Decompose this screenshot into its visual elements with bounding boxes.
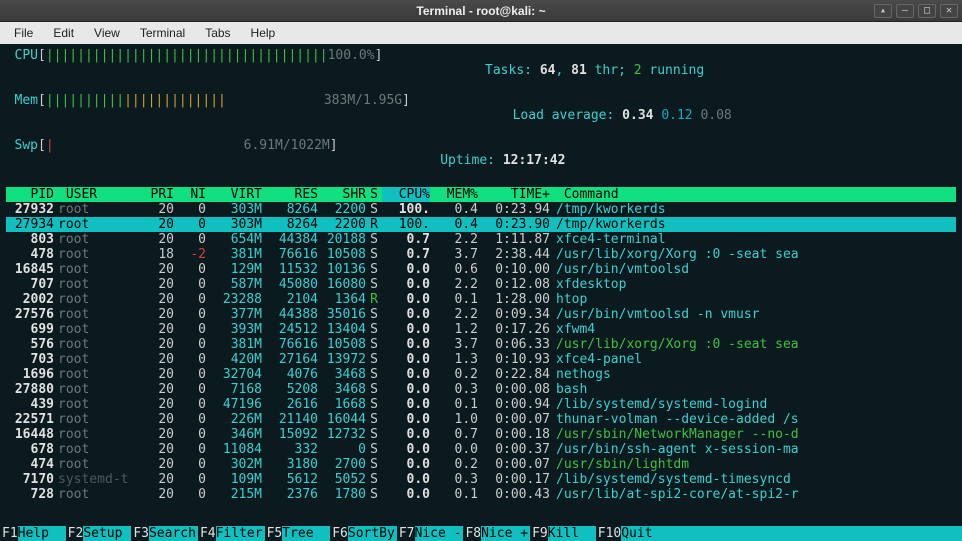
htop-header: CPU [ ||||||||||||||||||||||||||||||||||… bbox=[6, 48, 956, 183]
f7-key: F7 bbox=[397, 526, 415, 541]
running-count: 2 bbox=[634, 63, 642, 78]
col-state[interactable]: S bbox=[366, 187, 382, 202]
footer-bar: F1Help F2Setup F3Search F4Filter F5Tree … bbox=[0, 526, 962, 541]
f3-key: F3 bbox=[131, 526, 149, 541]
f6-key: F6 bbox=[330, 526, 348, 541]
col-mem[interactable]: MEM% bbox=[430, 187, 478, 202]
f5-key: F5 bbox=[265, 526, 283, 541]
load-15: 0.08 bbox=[700, 108, 731, 123]
process-row[interactable]: 16448root200346M1509212732S0.00.70:00.18… bbox=[6, 427, 956, 442]
process-list[interactable]: 27932root200303M82642200S100.0.40:23.94/… bbox=[6, 202, 956, 502]
swp-meter-bars: | bbox=[46, 138, 54, 183]
window-buttons: ▴ – □ ✕ bbox=[874, 4, 958, 18]
col-res[interactable]: RES bbox=[262, 187, 318, 202]
load-label: Load average: bbox=[513, 108, 623, 123]
menu-file[interactable]: File bbox=[6, 24, 41, 42]
process-row[interactable]: 16845root200129M1153210136S0.00.60:10.00… bbox=[6, 262, 956, 277]
swp-meter-text: 6.91M/1022M bbox=[244, 138, 330, 183]
column-header[interactable]: PID USER PRI NI VIRT RES SHR S CPU% MEM%… bbox=[6, 187, 956, 202]
uptime-value: 12:17:42 bbox=[503, 153, 566, 168]
f4-filter[interactable]: Filter bbox=[216, 526, 265, 541]
col-virt[interactable]: VIRT bbox=[206, 187, 262, 202]
window-minimize-button[interactable]: – bbox=[896, 4, 914, 18]
f6-sortby[interactable]: SortBy bbox=[348, 526, 397, 541]
load-5: 0.12 bbox=[661, 108, 692, 123]
col-pid[interactable]: PID bbox=[6, 187, 54, 202]
f8-key: F8 bbox=[463, 526, 481, 541]
f2-setup[interactable]: Setup bbox=[83, 526, 131, 541]
col-pri[interactable]: PRI bbox=[134, 187, 174, 202]
cpu-meter-text: 100.0% bbox=[328, 48, 375, 93]
f3-search[interactable]: Search bbox=[149, 526, 198, 541]
f9-kill[interactable]: Kill bbox=[548, 526, 596, 541]
menubar: File Edit View Terminal Tabs Help bbox=[0, 22, 962, 44]
mem-meter-label: Mem bbox=[6, 93, 38, 138]
process-row[interactable]: 678root200110843320S0.00.00:00.37/usr/bi… bbox=[6, 442, 956, 457]
col-shr[interactable]: SHR bbox=[318, 187, 366, 202]
process-row[interactable]: 478root18-2381M7661610508S0.73.72:38.44/… bbox=[6, 247, 956, 262]
f4-key: F4 bbox=[198, 526, 216, 541]
menu-terminal[interactable]: Terminal bbox=[132, 24, 193, 42]
f1-key: F1 bbox=[0, 526, 18, 541]
cpu-meter-bars: |||||||||||||||||||||||||||||||||||| bbox=[46, 48, 328, 93]
col-ni[interactable]: NI bbox=[174, 187, 206, 202]
window-title: Terminal - root@kali: ~ bbox=[416, 4, 545, 18]
col-user[interactable]: USER bbox=[54, 187, 134, 202]
mem-meter-bars-green: |||||||||| bbox=[46, 93, 124, 138]
process-row[interactable]: 703root200420M2716413972S0.01.30:10.93xf… bbox=[6, 352, 956, 367]
col-time[interactable]: TIME+ bbox=[478, 187, 550, 202]
menu-tabs[interactable]: Tabs bbox=[197, 24, 238, 42]
menu-edit[interactable]: Edit bbox=[45, 24, 82, 42]
process-row[interactable]: 707root200587M4508016080S0.02.20:12.08xf… bbox=[6, 277, 956, 292]
menu-view[interactable]: View bbox=[86, 24, 128, 42]
threads-count: 81 bbox=[571, 63, 587, 78]
process-row[interactable]: 803root200654M4438420188S0.72.21:11.87xf… bbox=[6, 232, 956, 247]
process-row[interactable]: 439root2004719626161668S0.00.10:00.94/li… bbox=[6, 397, 956, 412]
menu-help[interactable]: Help bbox=[243, 24, 284, 42]
process-row[interactable]: 474root200302M31802700S0.00.20:00.07/usr… bbox=[6, 457, 956, 472]
f5-tree[interactable]: Tree bbox=[282, 526, 330, 541]
process-row[interactable]: 728root200215M23761780S0.00.10:00.43/usr… bbox=[6, 487, 956, 502]
tasks-count: 64 bbox=[540, 63, 556, 78]
mem-meter-text: 383M/1.95G bbox=[324, 93, 402, 138]
f10-key: F10 bbox=[596, 526, 621, 541]
window-maximize-button[interactable]: □ bbox=[918, 4, 936, 18]
f1-help[interactable]: Help bbox=[18, 526, 66, 541]
f8-nice-plus[interactable]: Nice + bbox=[481, 526, 530, 541]
process-row[interactable]: 2002root2002328821041364R0.00.11:28.00ht… bbox=[6, 292, 956, 307]
window-titlebar: Terminal - root@kali: ~ ▴ – □ ✕ bbox=[0, 0, 962, 22]
col-command[interactable]: Command bbox=[550, 187, 956, 202]
f2-key: F2 bbox=[66, 526, 84, 541]
cpu-meter-label: CPU bbox=[6, 48, 38, 93]
process-row[interactable]: 27880root200716852083468S0.00.30:00.08ba… bbox=[6, 382, 956, 397]
f10-quit[interactable]: Quit bbox=[621, 526, 962, 541]
process-row[interactable]: 22571root200226M2114016044S0.01.00:00.07… bbox=[6, 412, 956, 427]
process-row[interactable]: 27576root200377M4438835016S0.02.20:09.34… bbox=[6, 307, 956, 322]
f7-nice-minus[interactable]: Nice - bbox=[415, 526, 464, 541]
terminal-body[interactable]: CPU [ ||||||||||||||||||||||||||||||||||… bbox=[0, 44, 962, 541]
load-1: 0.34 bbox=[622, 108, 653, 123]
swp-meter-label: Swp bbox=[6, 138, 38, 183]
window-up-button[interactable]: ▴ bbox=[874, 4, 892, 18]
process-row[interactable]: 1696root2003270440763468S0.00.20:22.84ne… bbox=[6, 367, 956, 382]
window-close-button[interactable]: ✕ bbox=[940, 4, 958, 18]
mem-meter-bars-yellow: ||||||||||||| bbox=[124, 93, 226, 138]
process-row[interactable]: 7170systemd-t200109M56125052S0.00.30:00.… bbox=[6, 472, 956, 487]
uptime-label: Uptime: bbox=[440, 153, 503, 168]
process-row[interactable]: 27932root200303M82642200S100.0.40:23.94/… bbox=[6, 202, 956, 217]
process-row[interactable]: 699root200393M2451213404S0.01.20:17.26xf… bbox=[6, 322, 956, 337]
process-row[interactable]: 576root200381M7661610508S0.03.70:06.33/u… bbox=[6, 337, 956, 352]
col-cpu[interactable]: CPU% bbox=[382, 187, 430, 202]
tasks-label: Tasks: bbox=[485, 63, 540, 78]
process-row[interactable]: 27934root200303M82642200R100.0.40:23.90/… bbox=[6, 217, 956, 232]
f9-key: F9 bbox=[530, 526, 548, 541]
